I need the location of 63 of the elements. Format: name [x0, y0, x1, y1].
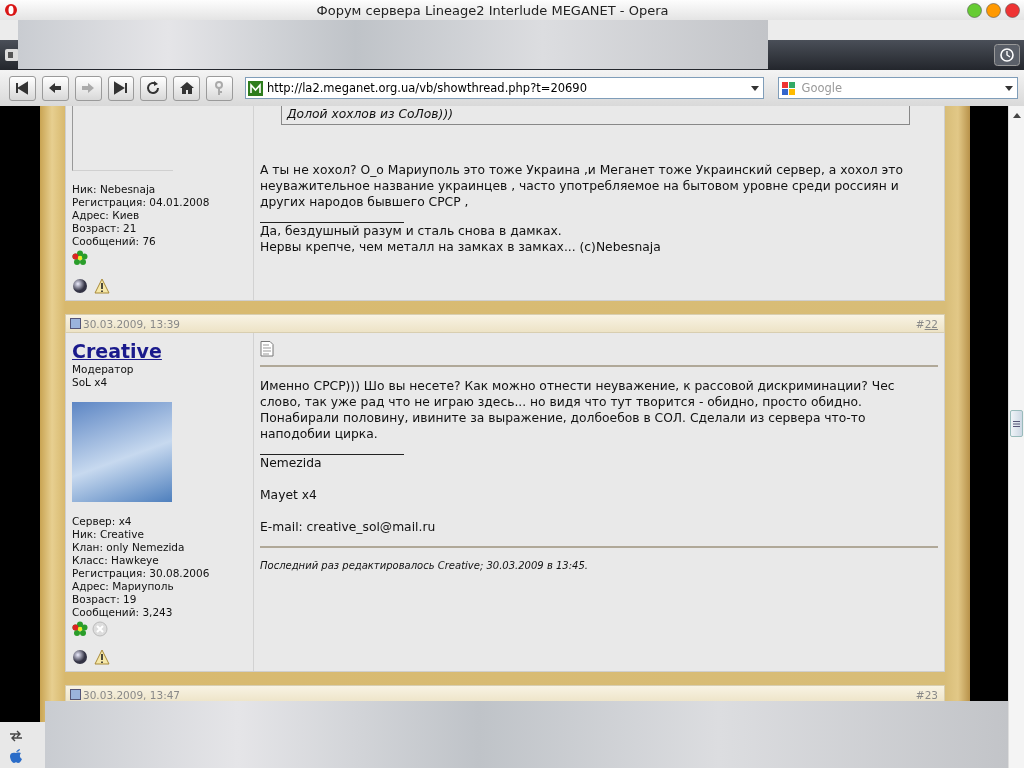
message-text: Именно СРСР))) Шо вы несете? Как можно отнести неуважение, к рассовой дискриминации? Чес слово, так уже рад что не играю здесь... но видя что тут творится - обидно, просто обидно. Понабирали половину, ивините за выражение, долбоебов в СОЛ. Сделали из сервера что-то наподобии цирка.	[260, 378, 896, 442]
user-info-line: Ник: Creative	[72, 528, 145, 541]
signature-text: E-mail: creative_sol@mail.ru	[260, 519, 437, 535]
rewind-button[interactable]	[9, 75, 36, 101]
maximize-button[interactable]	[986, 2, 1001, 18]
signature-text: Nemezida	[260, 455, 323, 471]
warning-icon[interactable]	[94, 278, 110, 294]
scrollbar-thumb[interactable]	[1010, 410, 1023, 437]
user-info-line: Ник: Nebesnaja	[72, 183, 157, 196]
signature-text: Mayet x4	[260, 487, 318, 503]
dropdown-caret-icon[interactable]	[749, 84, 760, 92]
user-info-line: Регистрация: 04.01.2008	[72, 196, 211, 209]
fast-forward-button[interactable]	[107, 75, 135, 101]
username-link[interactable]: Creative	[72, 339, 162, 363]
back-button[interactable]	[41, 75, 69, 101]
post-icon	[70, 318, 81, 329]
reload-button[interactable]	[140, 75, 168, 101]
user-info-line: Сообщений: 76	[72, 235, 157, 248]
user-info-line: Класс: Hawkeye	[72, 554, 160, 567]
user-info-line: Сообщений: 3,243	[72, 606, 174, 619]
search-engine-icon	[780, 80, 796, 96]
flower-icon[interactable]	[72, 621, 88, 637]
panel-toggle-icon[interactable]	[4, 46, 20, 64]
post-date: 30.03.2009, 13:47	[83, 688, 181, 701]
signature-text: Да, бездушный разум и сталь снова в дамках. Нервы крепче, чем металл на замках в замках... (c)Nebesnaja	[260, 223, 662, 255]
sphere-icon[interactable]	[72, 649, 88, 665]
key-button[interactable]	[206, 75, 233, 101]
address-field[interactable]: http://la2.meganet.org.ua/vb/showthread.php?t=20690	[244, 77, 764, 99]
close-button[interactable]	[1005, 2, 1020, 18]
user-info-line: Адрес: Мариуполь	[72, 580, 175, 593]
post-date: 30.03.2009, 13:39	[83, 317, 181, 330]
user-rank: SoL x4	[72, 376, 109, 389]
post-number: #23	[915, 688, 938, 701]
user-info-line: Возраст: 19	[72, 593, 138, 606]
search-box[interactable]: Google	[777, 77, 1019, 99]
sphere-icon[interactable]	[72, 278, 88, 294]
quote-text: Долой хохлов из СоЛов)))	[281, 106, 910, 125]
user-info-line: Возраст: 21	[72, 222, 138, 235]
opera-logo-icon	[4, 2, 18, 18]
forward-button[interactable]	[74, 75, 102, 101]
user-info-line: Клан: only Nemezida	[72, 541, 186, 554]
apple-icon[interactable]	[8, 748, 24, 764]
search-field[interactable]: Google	[799, 80, 998, 96]
scrollbar[interactable]	[1008, 106, 1024, 768]
user-info-line: Адрес: Киев	[72, 209, 141, 222]
swap-arrows-icon[interactable]	[8, 728, 24, 742]
scroll-up-arrow-icon[interactable]	[1012, 112, 1022, 119]
message-text: А ты не хохол? О_о Мариуполь это тоже Украина ,и Меганет тоже Украинский сервер, а хохол это неуважительное название украинцев , часто употребляемое на бытовом уровне среди россиян и других народов бывшего СРСР ,	[260, 162, 904, 210]
user-info-line: Сервер: x4	[72, 515, 133, 528]
home-button[interactable]	[173, 75, 201, 101]
edit-note: Последний раз редактировалось Creative; 30.03.2009 в 13:45.	[260, 559, 589, 573]
grip-icon	[1013, 420, 1020, 427]
fast-forward-icon	[111, 80, 130, 96]
site-icon	[247, 80, 263, 96]
flower-icon[interactable]	[72, 250, 88, 266]
user-info-line: Регистрация: 30.08.2006	[72, 567, 211, 580]
post-icon	[70, 689, 81, 700]
warning-icon[interactable]	[94, 649, 110, 665]
dropdown-caret-icon[interactable]	[1004, 84, 1015, 92]
window-title: Форум сервера Lineage2 Interlude MEGANET - Opera	[315, 2, 670, 18]
closed-tabs-icon[interactable]	[994, 44, 1020, 66]
minimize-button[interactable]	[967, 2, 982, 18]
user-title: Модератор	[72, 363, 135, 376]
